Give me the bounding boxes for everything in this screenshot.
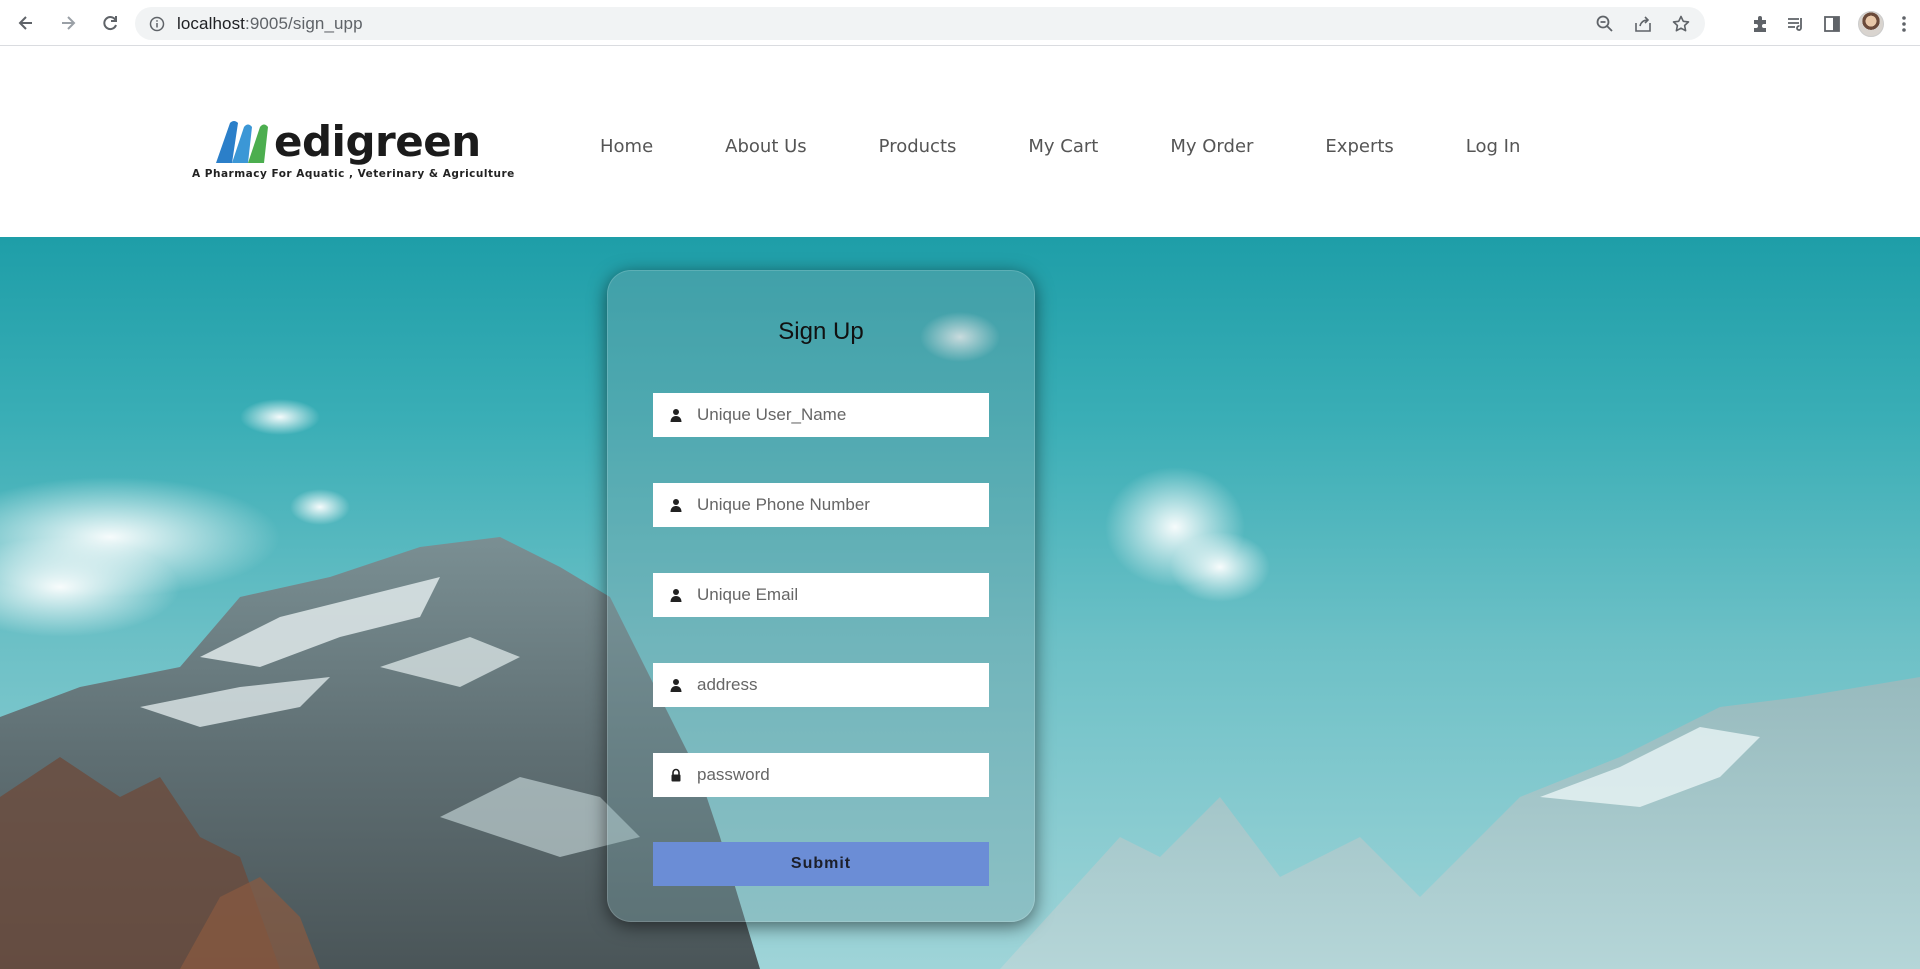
password-field[interactable] bbox=[653, 753, 989, 797]
email-input[interactable] bbox=[697, 585, 977, 605]
submit-button[interactable]: Submit bbox=[653, 842, 989, 886]
password-input[interactable] bbox=[697, 765, 977, 785]
nav-my-order[interactable]: My Order bbox=[1170, 136, 1253, 157]
username-field[interactable] bbox=[653, 393, 989, 437]
user-icon bbox=[670, 679, 682, 692]
signup-card: Sign Up Submit bbox=[607, 270, 1035, 922]
user-icon bbox=[670, 409, 682, 422]
email-field[interactable] bbox=[653, 573, 989, 617]
nav-log-in[interactable]: Log In bbox=[1466, 136, 1521, 157]
medigreen-logo[interactable]: edigreen A Pharmacy For Aquatic , Veteri… bbox=[192, 113, 514, 189]
nav-about-us[interactable]: About Us bbox=[725, 136, 807, 157]
profile-avatar[interactable] bbox=[1858, 10, 1884, 37]
address-field[interactable] bbox=[653, 663, 989, 707]
phone-field[interactable] bbox=[653, 483, 989, 527]
nav-experts[interactable]: Experts bbox=[1325, 136, 1393, 157]
signup-title: Sign Up bbox=[778, 318, 864, 345]
nav-home[interactable]: Home bbox=[600, 136, 653, 157]
address-bar[interactable]: localhost:9005/sign_upp bbox=[135, 7, 1705, 40]
site-header: edigreen A Pharmacy For Aquatic , Veteri… bbox=[0, 47, 1920, 237]
logo-m-icon bbox=[216, 121, 268, 163]
bookmark-star-icon[interactable] bbox=[1671, 14, 1691, 34]
browser-toolbar: localhost:9005/sign_upp bbox=[0, 0, 1920, 46]
back-icon[interactable] bbox=[10, 7, 42, 39]
menu-kebab-icon[interactable] bbox=[1900, 14, 1908, 34]
zoom-icon[interactable] bbox=[1595, 14, 1615, 34]
main-nav: Home About Us Products My Cart My Order … bbox=[600, 136, 1592, 157]
share-icon[interactable] bbox=[1633, 14, 1653, 34]
nav-my-cart[interactable]: My Cart bbox=[1028, 136, 1098, 157]
url-host: localhost bbox=[177, 13, 245, 33]
forward-icon[interactable] bbox=[52, 7, 84, 39]
phone-input[interactable] bbox=[697, 495, 977, 515]
url-text: localhost:9005/sign_upp bbox=[177, 14, 363, 34]
user-icon bbox=[670, 589, 682, 602]
url-path: :9005/sign_upp bbox=[245, 13, 363, 33]
username-input[interactable] bbox=[697, 405, 977, 425]
brand-name: edigreen bbox=[274, 117, 481, 166]
reload-icon[interactable] bbox=[94, 7, 126, 39]
nav-products[interactable]: Products bbox=[879, 136, 957, 157]
reading-list-icon[interactable] bbox=[1786, 14, 1806, 34]
lock-icon bbox=[671, 768, 681, 782]
site-info-icon[interactable] bbox=[149, 16, 165, 32]
extensions-icon[interactable] bbox=[1750, 14, 1770, 34]
side-panel-icon[interactable] bbox=[1822, 14, 1842, 34]
brand-tagline: A Pharmacy For Aquatic , Veterinary & Ag… bbox=[192, 168, 515, 180]
address-input[interactable] bbox=[697, 675, 977, 695]
user-icon bbox=[670, 499, 682, 512]
